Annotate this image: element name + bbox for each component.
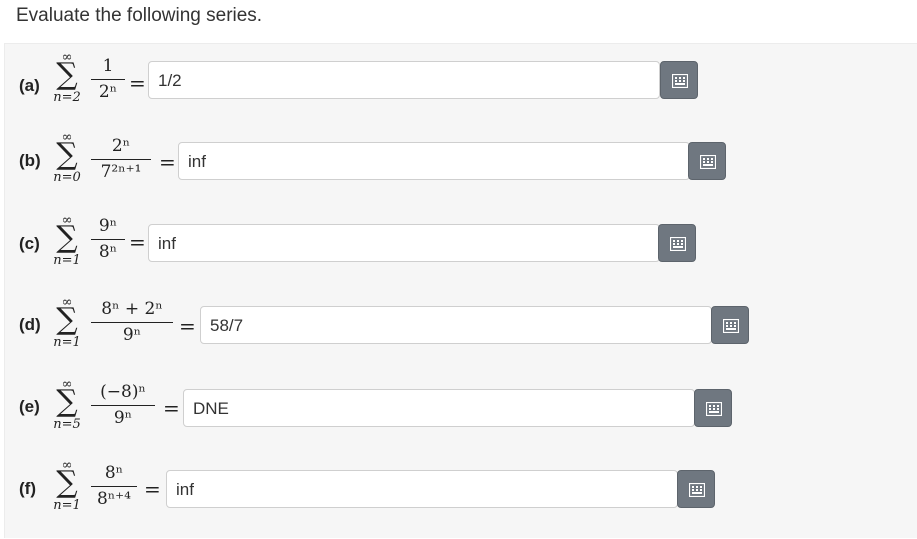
denominator: 9ⁿ <box>113 408 133 428</box>
sigma-symbol: ∑ <box>56 220 78 255</box>
answer-value: inf <box>158 234 176 253</box>
answer-value: 58/7 <box>210 316 244 335</box>
equals-sign: = <box>129 71 146 95</box>
fraction-bar <box>91 405 155 406</box>
denominator: 7²ⁿ⁺¹ <box>100 162 142 182</box>
keyboard-button-c[interactable] <box>658 224 696 262</box>
sum-lower-limit: n=5 <box>53 417 81 432</box>
problem-a: (a) ∞ ∑ n=2 1 2ⁿ = 1/2 <box>5 49 917 129</box>
sum-lower-limit: n=2 <box>53 90 81 105</box>
sum-lower-limit: n=1 <box>53 335 81 350</box>
answer-value: inf <box>176 480 194 499</box>
keyboard-grid-icon <box>689 483 705 497</box>
fraction-bar <box>91 322 173 323</box>
keyboard-grid-icon <box>706 402 722 416</box>
sum-lower-limit: n=0 <box>53 170 81 185</box>
sigma-symbol: ∑ <box>56 137 78 172</box>
problem-label: (e) <box>19 397 40 416</box>
keyboard-button-b[interactable] <box>688 142 726 180</box>
fraction-bar <box>91 239 125 240</box>
problem-f: (f) ∞ ∑ n=1 8ⁿ 8ⁿ⁺⁴ = inf <box>5 459 917 539</box>
answer-field-b[interactable]: inf <box>178 142 690 180</box>
numerator: 8ⁿ <box>104 463 124 483</box>
sigma-symbol: ∑ <box>56 57 78 92</box>
problem-label: (c) <box>19 234 40 253</box>
problem-label: (b) <box>19 151 41 170</box>
fraction-bar <box>91 79 125 80</box>
numerator: 1 <box>102 56 114 76</box>
keyboard-grid-icon <box>670 237 686 251</box>
answer-field-f[interactable]: inf <box>166 470 678 508</box>
equals-sign: = <box>163 396 180 420</box>
problem-c: (c) ∞ ∑ n=1 9ⁿ 8ⁿ = inf <box>5 214 917 294</box>
numerator: 2ⁿ <box>111 136 131 156</box>
denominator: 8ⁿ <box>98 242 118 262</box>
sigma-symbol: ∑ <box>56 465 78 500</box>
sum-lower-limit: n=1 <box>53 253 81 268</box>
problem-e: (e) ∞ ∑ n=5 (−8)ⁿ 9ⁿ = DNE <box>5 378 917 458</box>
answer-value: DNE <box>193 399 229 418</box>
numerator: 8ⁿ + 2ⁿ <box>101 299 163 319</box>
answer-value: inf <box>188 152 206 171</box>
fraction-bar <box>91 159 151 160</box>
fraction-bar <box>91 486 137 487</box>
keyboard-button-a[interactable] <box>660 61 698 99</box>
answer-value: 1/2 <box>158 71 182 90</box>
problem-label: (a) <box>19 76 40 95</box>
sigma-symbol: ∑ <box>56 302 78 337</box>
equals-sign: = <box>179 314 196 338</box>
equals-sign: = <box>144 477 161 501</box>
numerator: 9ⁿ <box>98 216 118 236</box>
problem-panel: (a) ∞ ∑ n=2 1 2ⁿ = 1/2 (b) ∞ ∑ n=0 2ⁿ 7²… <box>4 43 917 538</box>
keyboard-button-f[interactable] <box>677 470 715 508</box>
denominator: 8ⁿ⁺⁴ <box>97 489 131 509</box>
problem-label: (f) <box>19 479 36 498</box>
denominator: 9ⁿ <box>122 325 142 345</box>
prompt-text: Evaluate the following series. <box>16 5 263 26</box>
keyboard-grid-icon <box>723 319 739 333</box>
denominator: 2ⁿ <box>98 82 118 102</box>
sigma-symbol: ∑ <box>56 384 78 419</box>
keyboard-grid-icon <box>700 155 716 169</box>
problem-label: (d) <box>19 315 41 334</box>
equals-sign: = <box>129 230 146 254</box>
keyboard-button-e[interactable] <box>694 389 732 427</box>
sum-lower-limit: n=1 <box>53 498 81 513</box>
keyboard-grid-icon <box>672 74 688 88</box>
numerator: (−8)ⁿ <box>100 382 146 402</box>
problem-b: (b) ∞ ∑ n=0 2ⁿ 7²ⁿ⁺¹ = inf <box>5 131 917 211</box>
equals-sign: = <box>159 150 176 174</box>
answer-field-a[interactable]: 1/2 <box>148 61 660 99</box>
answer-field-c[interactable]: inf <box>148 224 660 262</box>
answer-field-d[interactable]: 58/7 <box>200 306 712 344</box>
problem-d: (d) ∞ ∑ n=1 8ⁿ + 2ⁿ 9ⁿ = 58/7 <box>5 296 917 376</box>
keyboard-button-d[interactable] <box>711 306 749 344</box>
answer-field-e[interactable]: DNE <box>183 389 695 427</box>
